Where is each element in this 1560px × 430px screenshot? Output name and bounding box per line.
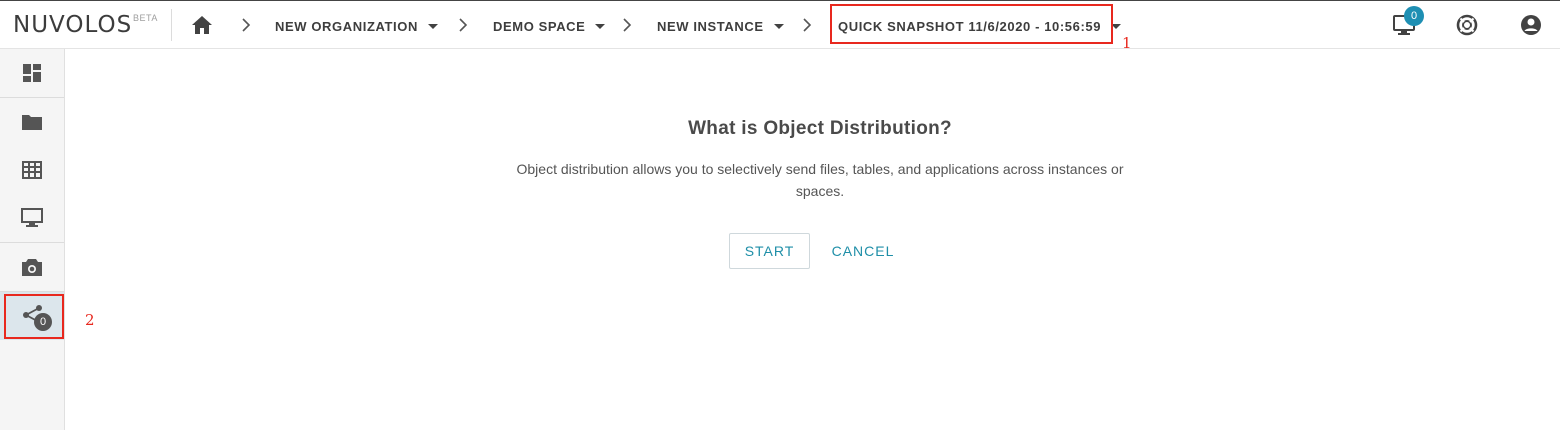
breadcrumb-label: DEMO SPACE [493,18,586,34]
dashboard-icon [23,64,41,82]
folder-icon [22,115,42,130]
breadcrumb-space[interactable]: DEMO SPACE [493,17,606,35]
page-title: What is Object Distribution? [688,118,952,139]
chevron-right-icon [459,18,468,32]
annotation-box-2 [4,294,64,339]
desktop-count-badge: 0 [1404,6,1424,26]
breadcrumb-instance[interactable]: NEW INSTANCE [657,17,784,35]
annotation-label-1: 1 [1122,34,1132,52]
annotation-box-1 [830,4,1113,44]
chevron-right-icon [242,18,251,32]
caret-down-icon [427,23,438,29]
account-icon[interactable] [1519,13,1543,37]
sidebar: 0 [0,49,65,430]
desktop-icon [21,208,43,227]
page-description: Object distribution allows you to select… [516,161,1124,199]
divider [171,9,172,41]
chevron-right-icon [803,18,812,32]
caret-down-icon [773,23,784,29]
beta-label: BETA [133,13,158,23]
sidebar-item-files[interactable] [0,98,64,146]
sidebar-item-applications[interactable] [0,194,64,242]
top-bar: NUVOLOS BETA NEW ORGANIZATION DEMO SPACE… [0,0,1560,49]
cancel-button[interactable]: CANCEL [826,233,900,269]
breadcrumb-organization[interactable]: NEW ORGANIZATION [275,17,438,35]
sidebar-item-dashboard[interactable] [0,49,64,97]
annotation-label-2: 2 [85,311,95,329]
sidebar-item-snapshots[interactable] [0,243,64,291]
sidebar-item-tables[interactable] [0,146,64,194]
start-button[interactable]: START [729,233,810,269]
home-icon[interactable] [190,14,214,36]
table-icon [22,161,42,179]
lifebuoy-icon[interactable] [1455,13,1479,37]
camera-icon [22,258,42,276]
breadcrumb-label: NEW ORGANIZATION [275,18,418,34]
app-logo[interactable]: NUVOLOS [13,12,132,38]
chevron-right-icon [623,18,632,32]
breadcrumb-label: NEW INSTANCE [657,18,764,34]
caret-down-icon [595,23,606,29]
